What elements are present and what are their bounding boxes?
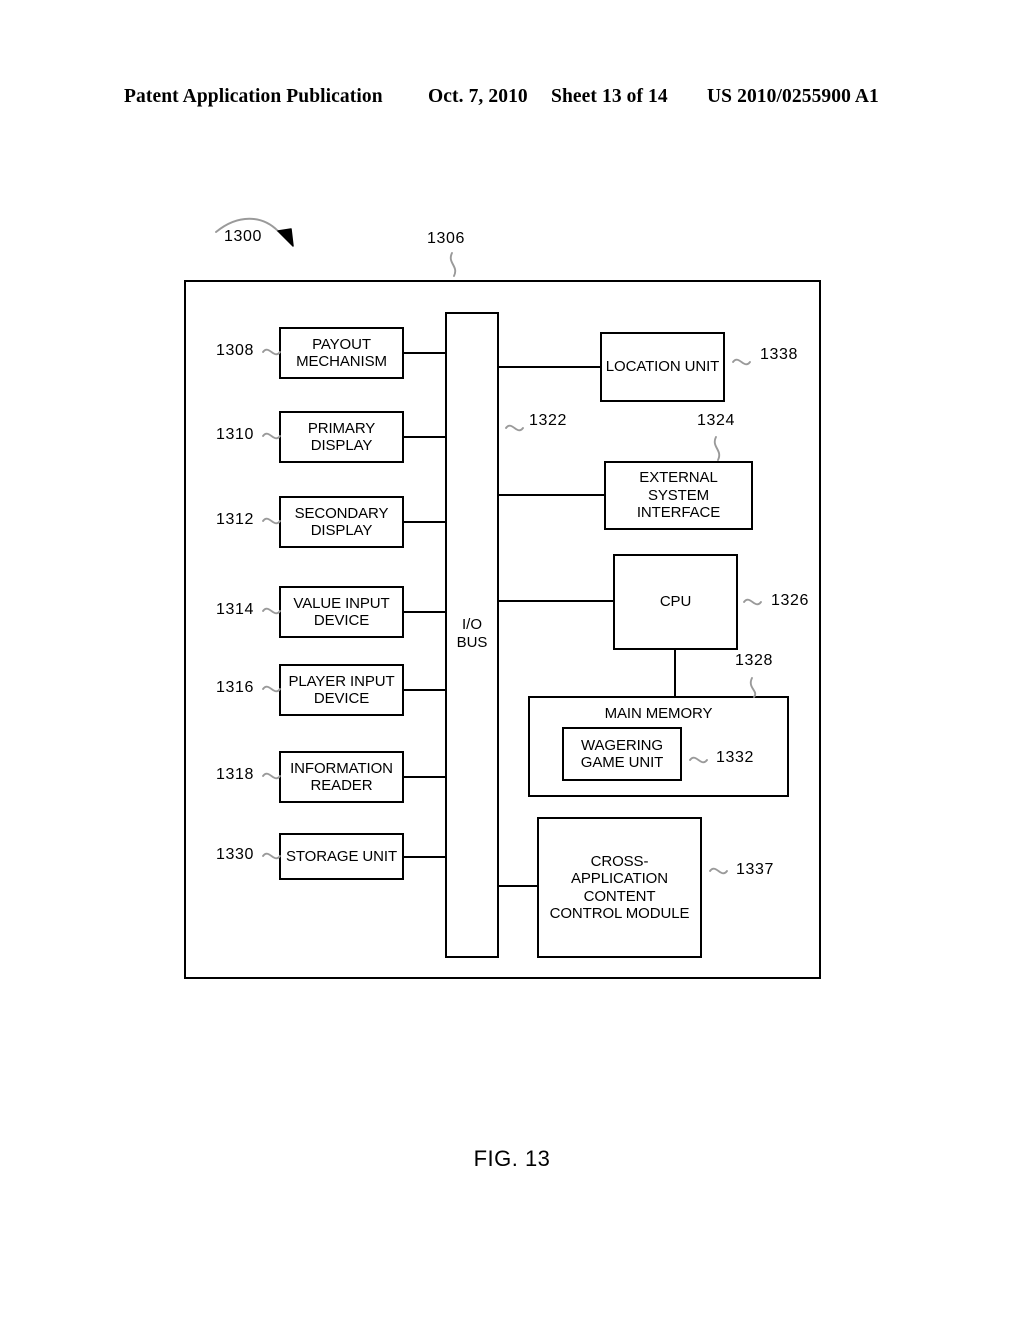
payout-mechanism-label: PAYOUT MECHANISM [296, 335, 387, 371]
location-unit-label: LOCATION UNIT [605, 358, 720, 376]
ref-1324: 1324 [697, 412, 735, 429]
leader-1306 [449, 252, 457, 277]
leader-1312 [262, 517, 281, 525]
ref-1312: 1312 [216, 511, 254, 528]
leader-1338 [732, 358, 751, 366]
value-input-device-label: VALUE INPUT DEVICE [293, 594, 390, 630]
leader-1322 [505, 424, 524, 432]
leader-1308 [262, 348, 281, 356]
information-reader-label: INFORMATION READER [290, 759, 393, 795]
ref-1332: 1332 [716, 749, 754, 766]
ref-1326: 1326 [771, 592, 809, 609]
figure-caption: FIG. 13 [473, 1146, 551, 1171]
ref-1330: 1330 [216, 846, 254, 863]
ref-1338: 1338 [760, 346, 798, 363]
ref-1310: 1310 [216, 426, 254, 443]
arrowhead-1300 [277, 228, 294, 247]
diagram-canvas [183, 217, 822, 980]
ref-1314: 1314 [216, 601, 254, 618]
ref-1316: 1316 [216, 679, 254, 696]
ref-1318: 1318 [216, 766, 254, 783]
cross-application-module-label: CROSS- APPLICATION CONTENT CONTROL MODUL… [549, 852, 690, 923]
ref-1328: 1328 [735, 652, 773, 669]
ref-1306: 1306 [427, 230, 465, 247]
main-memory-label: MAIN MEMORY [604, 705, 713, 722]
primary-display-label: PRIMARY DISPLAY [307, 419, 376, 455]
external-system-interface-label: EXTERNAL SYSTEM INTERFACE [636, 469, 721, 522]
leader-1326 [743, 598, 762, 606]
leader-1316 [262, 685, 281, 693]
leader-1314 [262, 607, 281, 615]
ref-1337: 1337 [736, 861, 774, 878]
ref-1322: 1322 [529, 412, 567, 429]
leader-1332 [689, 756, 708, 764]
wagering-game-unit-label: WAGERING GAME UNIT [580, 736, 664, 772]
leader-1337 [709, 867, 728, 875]
ref-1300: 1300 [224, 228, 262, 245]
leader-1310 [262, 432, 281, 440]
storage-unit-label: STORAGE UNIT [285, 847, 398, 865]
leader-1330 [262, 852, 281, 860]
cpu-label: CPU [659, 593, 692, 611]
figure-13-diagram: PAYOUT MECHANISM PRIMARY DISPLAY SECONDA… [0, 0, 1024, 1320]
io-bus-label: I/O BUS [456, 616, 488, 651]
leader-1324 [713, 436, 721, 461]
leader-1318 [262, 772, 281, 780]
leader-1328 [749, 677, 757, 698]
secondary-display-label: SECONDARY DISPLAY [294, 504, 389, 540]
player-input-device-label: PLAYER INPUT DEVICE [288, 672, 395, 708]
ref-1308: 1308 [216, 342, 254, 359]
